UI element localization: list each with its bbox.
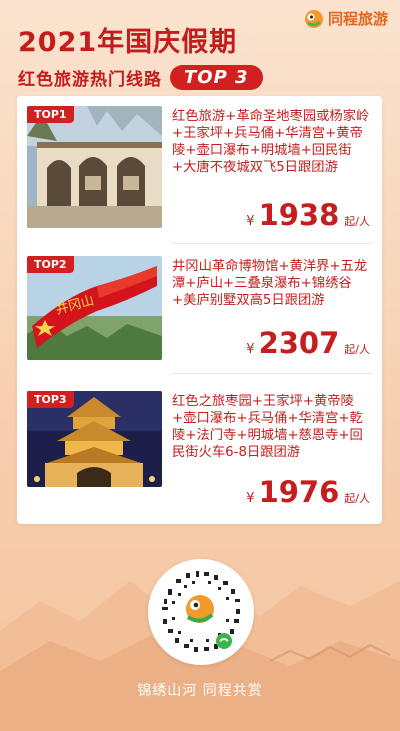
route-item-1[interactable]: TOP1 红色旅游+革命圣地枣园或杨家岭+王家坪+兵马俑+华清宫+黄帝陵+壶口瀑… (17, 106, 382, 246)
route-price-1: 1938 (258, 198, 340, 232)
price-row-2: ¥ 2307 起/人 (246, 326, 370, 360)
rank-badge-1: TOP1 (27, 106, 74, 123)
price-unit: 起/人 (344, 215, 370, 228)
route-item-2[interactable]: 井冈山 TOP2 井冈山革命博物馆+黄洋界+五龙潭+庐山+三叠泉瀑布+锦绣谷+美… (17, 256, 382, 396)
poster: 2021年国庆假期 红色旅游热门线路 TOP 3 同程旅游 TOP1 红色旅游+… (0, 0, 400, 731)
currency-symbol: ¥ (246, 214, 255, 229)
cave-dwelling-image (27, 106, 162, 228)
price-unit: 起/人 (344, 343, 370, 356)
divider (172, 373, 372, 374)
mini-program-code[interactable] (148, 559, 254, 665)
divider (172, 243, 372, 244)
brand-logo-icon (304, 9, 323, 28)
route-image-2: 井冈山 TOP2 (27, 256, 162, 360)
page-subtitle: 红色旅游热门线路 (18, 70, 162, 90)
route-image-3: TOP3 (27, 391, 162, 487)
route-description-2: 井冈山革命博物馆+黄洋界+五龙潭+庐山+三叠泉瀑布+锦绣谷+美庐别墅双高5日跟团… (172, 259, 368, 308)
page-title: 2021年国庆假期 (18, 27, 238, 58)
routes-card: TOP1 红色旅游+革命圣地枣园或杨家岭+王家坪+兵马俑+华清宫+黄帝陵+壶口瀑… (17, 96, 382, 524)
subtitle-row: 红色旅游热门线路 TOP 3 (18, 65, 263, 90)
route-price-2: 2307 (258, 326, 340, 360)
route-price-3: 1976 (258, 475, 340, 509)
route-item-3[interactable]: TOP3 红色之旅枣园+王家坪+黄帝陵+壶口瀑布+兵马俑+华清宫+乾陵+法门寺+… (17, 391, 382, 531)
currency-symbol: ¥ (246, 342, 255, 357)
rank-badge-2: TOP2 (27, 256, 74, 273)
brand[interactable]: 同程旅游 (304, 8, 388, 29)
price-row-3: ¥ 1976 起/人 (246, 475, 370, 509)
rank-badge-3: TOP3 (27, 391, 74, 408)
brand-name: 同程旅游 (327, 10, 388, 28)
qr-code-icon (162, 571, 240, 652)
route-description-1: 红色旅游+革命圣地枣园或杨家岭+王家坪+兵马俑+华清宫+黄帝陵+壶口瀑布+明城墙… (172, 109, 370, 175)
price-row-1: ¥ 1938 起/人 (246, 198, 370, 232)
route-description-3: 红色之旅枣园+王家坪+黄帝陵+壶口瀑布+兵马俑+华清宫+乾陵+法门寺+明城墙+慈… (172, 394, 363, 460)
top3-badge: TOP 3 (170, 65, 263, 90)
currency-symbol: ¥ (246, 491, 255, 506)
footer-slogan: 锦绣山河 同程共赏 (137, 683, 263, 699)
header: 2021年国庆假期 红色旅游热门线路 TOP 3 (18, 20, 263, 90)
price-unit: 起/人 (344, 492, 370, 505)
route-image-1: TOP1 (27, 106, 162, 228)
